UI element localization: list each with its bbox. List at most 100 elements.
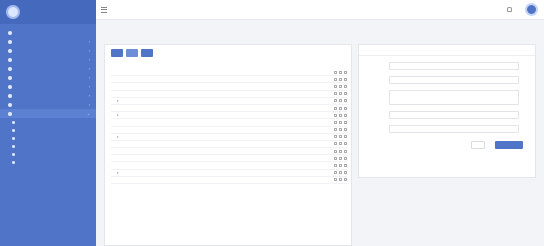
sidebar-item[interactable]: › — [0, 55, 96, 64]
form-input[interactable] — [389, 62, 519, 70]
edit-icon[interactable] — [334, 70, 337, 74]
sidebar-subitem[interactable] — [0, 150, 96, 158]
edit-icon[interactable] — [334, 113, 337, 117]
delete-icon[interactable] — [344, 142, 347, 146]
add-icon[interactable] — [339, 142, 342, 146]
sidebar-subitem[interactable] — [0, 158, 96, 166]
delete-icon[interactable] — [344, 106, 347, 110]
delete-icon[interactable] — [344, 77, 347, 81]
add-icon[interactable] — [339, 120, 342, 124]
edit-icon[interactable] — [334, 106, 337, 110]
edit-icon[interactable] — [334, 135, 337, 139]
add-icon[interactable] — [339, 84, 342, 88]
add-icon[interactable] — [339, 92, 342, 96]
tree-toggle-icon[interactable]: ▾ — [117, 99, 119, 103]
delete-icon[interactable] — [344, 84, 347, 88]
tree-toggle-icon[interactable]: ▾ — [117, 113, 119, 117]
edit-icon[interactable] — [334, 92, 337, 96]
menu-toggle-icon[interactable] — [101, 6, 107, 13]
edit-icon[interactable] — [334, 120, 337, 124]
edit-icon[interactable] — [334, 142, 337, 146]
toolbar-button-2[interactable] — [126, 49, 138, 57]
delete-icon[interactable] — [344, 120, 347, 124]
add-icon[interactable] — [339, 164, 342, 168]
sidebar-subitem[interactable] — [0, 142, 96, 150]
edit-icon[interactable] — [334, 156, 337, 160]
delete-icon[interactable] — [344, 178, 347, 182]
tree-row[interactable] — [111, 83, 347, 91]
edit-icon[interactable] — [334, 164, 337, 168]
add-icon[interactable] — [339, 70, 342, 74]
add-icon[interactable] — [339, 149, 342, 153]
sidebar-item[interactable]: › — [0, 64, 96, 73]
tree-row[interactable]: ▾ — [111, 170, 347, 177]
edit-icon[interactable] — [334, 171, 337, 175]
tree-row[interactable] — [111, 91, 347, 98]
sidebar-item-active[interactable]: ⌄ — [0, 109, 96, 118]
add-icon[interactable] — [339, 77, 342, 81]
toolbar-button-1[interactable] — [111, 49, 123, 57]
delete-icon[interactable] — [344, 99, 347, 103]
delete-icon[interactable] — [344, 149, 347, 153]
delete-icon[interactable] — [344, 128, 347, 132]
delete-icon[interactable] — [344, 70, 347, 74]
tree-row[interactable]: ▾ — [111, 134, 347, 141]
sidebar-item[interactable] — [0, 28, 96, 37]
add-icon[interactable] — [339, 113, 342, 117]
edit-icon[interactable] — [334, 77, 337, 81]
sidebar-item[interactable]: › — [0, 73, 96, 82]
avatar[interactable] — [525, 3, 538, 16]
form-select[interactable] — [389, 76, 519, 84]
tree-row[interactable] — [111, 119, 347, 127]
add-icon[interactable] — [339, 156, 342, 160]
sidebar-subitem[interactable] — [0, 134, 96, 142]
add-icon[interactable] — [339, 106, 342, 110]
submit-button[interactable] — [495, 141, 523, 149]
add-icon[interactable] — [339, 171, 342, 175]
edit-icon[interactable] — [334, 99, 337, 103]
tree-row[interactable] — [111, 141, 347, 149]
sidebar-subitem[interactable] — [0, 126, 96, 134]
add-icon[interactable] — [339, 128, 342, 132]
tree-toggle-icon[interactable]: ▾ — [117, 135, 119, 139]
tree-toolbar — [105, 45, 351, 61]
tree-row[interactable] — [111, 177, 347, 184]
delete-icon[interactable] — [344, 156, 347, 160]
edit-icon[interactable] — [334, 128, 337, 132]
toolbar-button-3[interactable] — [141, 49, 153, 57]
delete-icon[interactable] — [344, 171, 347, 175]
bell-icon[interactable] — [507, 7, 512, 12]
sidebar-subitem[interactable] — [0, 118, 96, 126]
tree-row[interactable] — [111, 69, 347, 77]
form-input[interactable] — [389, 111, 519, 119]
sidebar-item[interactable]: › — [0, 46, 96, 55]
add-icon[interactable] — [339, 178, 342, 182]
brand[interactable] — [0, 0, 96, 24]
tree-row[interactable] — [111, 76, 347, 84]
tree-row[interactable] — [111, 162, 347, 170]
tree-row[interactable] — [111, 105, 347, 113]
add-icon[interactable] — [339, 135, 342, 139]
delete-icon[interactable] — [344, 113, 347, 117]
tree-row[interactable] — [111, 148, 347, 156]
sidebar-item[interactable]: › — [0, 91, 96, 100]
edit-icon[interactable] — [334, 149, 337, 153]
delete-icon[interactable] — [344, 135, 347, 139]
tree-toggle-icon[interactable]: ▾ — [117, 171, 119, 175]
sidebar-item[interactable]: › — [0, 82, 96, 91]
tree-row[interactable]: ▾ — [111, 98, 347, 105]
tree-row[interactable] — [111, 155, 347, 163]
edit-icon[interactable] — [334, 178, 337, 182]
tree-row[interactable] — [111, 127, 347, 134]
tree-row[interactable]: ▾ — [111, 112, 347, 120]
edit-icon[interactable] — [334, 84, 337, 88]
form-textarea[interactable] — [389, 90, 519, 105]
cancel-button[interactable] — [471, 141, 485, 149]
delete-icon[interactable] — [344, 164, 347, 168]
form-row — [359, 62, 535, 70]
add-icon[interactable] — [339, 99, 342, 103]
form-input[interactable] — [389, 125, 519, 133]
delete-icon[interactable] — [344, 92, 347, 96]
sidebar-item[interactable]: › — [0, 100, 96, 109]
sidebar-item[interactable]: › — [0, 37, 96, 46]
